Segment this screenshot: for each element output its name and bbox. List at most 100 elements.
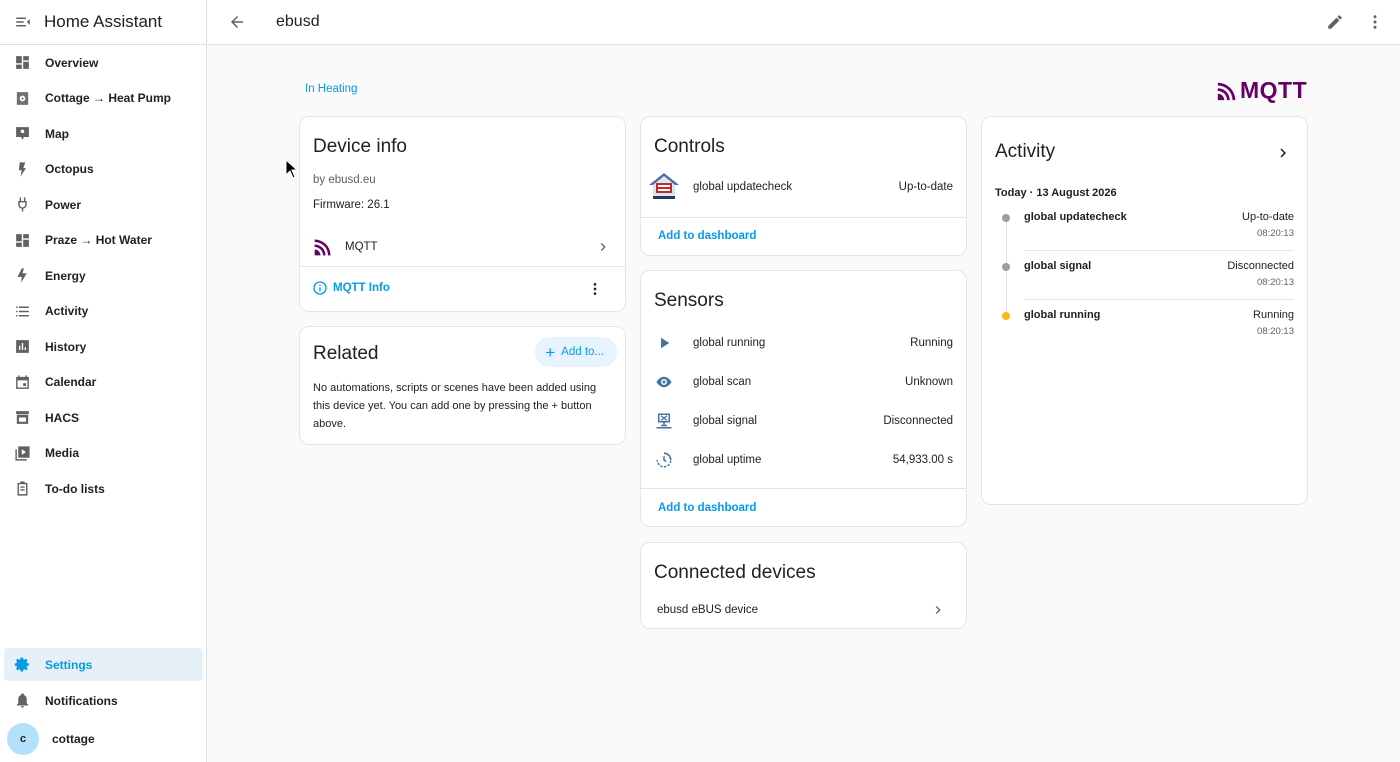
activity-card: Activity Today · 13 August 2026 global u… (981, 116, 1308, 505)
menu-icon[interactable] (14, 13, 32, 31)
timeline-dot (1002, 214, 1010, 222)
sidebar-item-todo-lists[interactable]: To-do lists (0, 471, 206, 507)
activity-entry-value: Disconnected (1227, 260, 1294, 272)
integration-name: MQTT (345, 241, 378, 253)
sidebar-item-label: Map (45, 126, 69, 141)
plus-icon: + (545, 342, 556, 362)
sidebar-item-energy[interactable]: Energy (0, 258, 206, 294)
page-title: ebusd (276, 13, 320, 30)
divider (1024, 299, 1294, 300)
sidebar-item-map[interactable]: Map (0, 116, 206, 152)
activity-title: Activity (995, 141, 1056, 162)
media-icon (14, 445, 31, 462)
activity-entry[interactable]: global running Running 08:20:13 (1024, 309, 1294, 337)
related-title: Related (313, 343, 379, 364)
entity-name: global running (693, 337, 766, 349)
divider (300, 266, 625, 267)
device-firmware: Firmware: 26.1 (313, 199, 390, 211)
sidebar-item-label: History (45, 339, 87, 354)
clipboard-icon (14, 480, 31, 497)
sidebar-item-settings[interactable]: Settings (4, 648, 203, 681)
activity-entry-name: global updatecheck (1024, 211, 1127, 223)
entity-row[interactable]: global running Running (655, 333, 953, 353)
lightning-icon (14, 267, 31, 284)
more-vertical-icon[interactable] (587, 281, 603, 297)
entity-row[interactable]: global scan Unknown (655, 372, 953, 392)
sidebar-item-octopus[interactable]: Octopus (0, 152, 206, 188)
chevron-right-icon[interactable] (1274, 144, 1292, 162)
gear-icon (14, 656, 31, 673)
entity-state: Disconnected (883, 415, 953, 427)
activity-entry[interactable]: global updatecheck Up-to-date 08:20:13 (1024, 211, 1294, 239)
sidebar-item-notifications[interactable]: Notifications (0, 683, 207, 719)
entity-row[interactable]: global updatecheck Up-to-date (647, 171, 953, 203)
sensors-title: Sensors (654, 290, 724, 311)
entity-row[interactable]: global uptime 54,933.00 s (655, 450, 953, 470)
integration-row[interactable]: MQTT (313, 235, 611, 259)
map-icon (14, 125, 31, 142)
area-link[interactable]: In Heating (305, 83, 357, 95)
entity-state: 54,933.00 s (892, 454, 953, 466)
sidebar-item-calendar[interactable]: Calendar (0, 365, 206, 401)
activity-date: Today · 13 August 2026 (995, 187, 1117, 199)
chevron-right-icon (600, 243, 606, 251)
sidebar-item-label: Cottage → Heat Pump (45, 91, 172, 106)
add-to-button[interactable]: + Add to... (535, 337, 617, 367)
sensors-card: Sensors global running Running global sc… (640, 270, 967, 527)
connected-device-name: ebusd eBUS device (657, 604, 759, 616)
sidebar-item-label: Overview (45, 55, 99, 70)
dashboard-icon (14, 54, 31, 71)
dashboard-icon (14, 232, 31, 249)
connected-device-row[interactable]: ebusd eBUS device (657, 601, 946, 619)
network-off-icon (656, 413, 672, 429)
related-card: Related + Add to... No automations, scri… (299, 326, 626, 445)
plug-icon (14, 196, 31, 213)
more-vertical-icon[interactable] (1366, 13, 1384, 34)
eye-icon (656, 376, 672, 388)
timer-icon (656, 452, 672, 468)
sidebar-item-overview[interactable]: Overview (0, 45, 206, 81)
sidebar-item-activity[interactable]: Activity (0, 294, 206, 330)
entity-name: global scan (693, 376, 752, 388)
sidebar-item-cottage-heat-pump[interactable]: Cottage → Heat Pump (0, 81, 206, 117)
entity-row[interactable]: global signal Disconnected (655, 411, 953, 431)
avatar: c (7, 722, 39, 755)
chart-icon (14, 338, 31, 355)
sidebar-item-label: Praze → Hot Water (45, 233, 152, 248)
mouse-cursor-icon (285, 159, 299, 179)
list-icon (14, 303, 31, 320)
sidebar-item-label: Media (45, 446, 80, 461)
sidebar-item-praze-hot-water[interactable]: Praze → Hot Water (0, 223, 206, 259)
heat-pump-icon (14, 90, 31, 107)
divider (1024, 250, 1294, 251)
calendar-icon (14, 374, 31, 391)
sidebar-item-label: Activity (45, 304, 89, 319)
user-name: cottage (52, 731, 95, 746)
device-info-card: Device info by ebusd.eu Firmware: 26.1 M… (299, 116, 626, 312)
mqtt-logo: MQTT (1216, 77, 1307, 104)
sidebar-bottom: Settings Notifications c cottage (0, 648, 207, 757)
pencil-icon[interactable] (1326, 13, 1344, 34)
sidebar-item-hacs[interactable]: HACS (0, 400, 206, 436)
entity-name: global uptime (693, 454, 762, 466)
app-title: Home Assistant (44, 12, 163, 31)
mqtt-info-label: MQTT Info (333, 282, 390, 294)
sidebar-item-history[interactable]: History (0, 329, 206, 365)
activity-entry[interactable]: global signal Disconnected 08:20:13 (1024, 260, 1294, 288)
activity-entry-value: Running (1253, 309, 1294, 321)
timeline-dot (1002, 263, 1010, 271)
add-to-dashboard-button[interactable]: Add to dashboard (658, 230, 756, 242)
entity-name: global updatecheck (693, 181, 793, 193)
top-bar: ebusd (208, 0, 1400, 45)
controls-card: Controls global updatecheck Up-to-date A… (640, 116, 967, 256)
activity-entry-time: 08:20:13 (1257, 228, 1294, 239)
activity-entry-value: Up-to-date (1242, 211, 1294, 223)
store-icon (14, 409, 31, 426)
mqtt-info-link[interactable]: MQTT Info (312, 280, 390, 296)
add-to-dashboard-button[interactable]: Add to dashboard (658, 502, 756, 514)
sidebar-item-media[interactable]: Media (0, 436, 206, 472)
back-arrow-icon[interactable] (228, 13, 246, 31)
chevron-right-icon (935, 606, 941, 614)
sidebar-item-user[interactable]: c cottage (0, 721, 207, 757)
sidebar-item-power[interactable]: Power (0, 187, 206, 223)
